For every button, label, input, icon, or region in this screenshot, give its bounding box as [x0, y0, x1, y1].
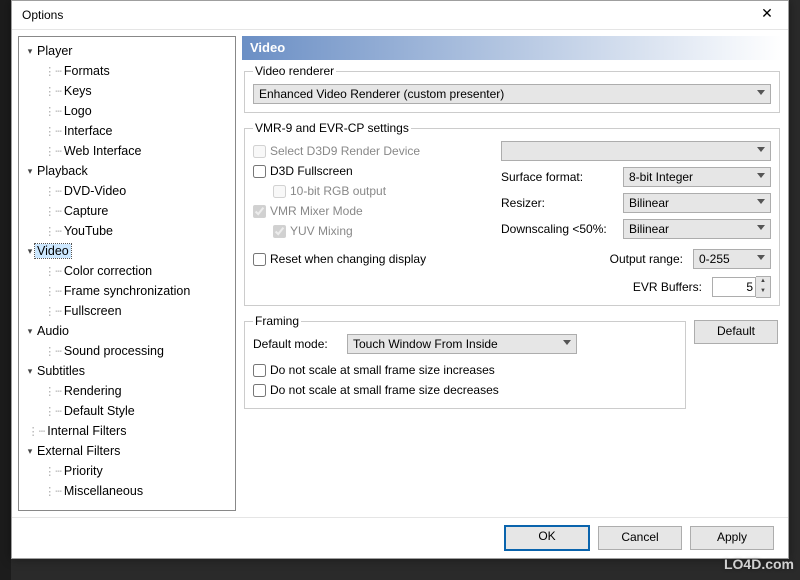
category-tree[interactable]: ▾ Player ⋮┄ Formats ⋮┄ Keys ⋮┄ Logo ⋮┄ I…: [18, 36, 236, 511]
downscaling-label: Downscaling <50%:: [501, 222, 619, 236]
tree-internal-filters[interactable]: ⋮┄ Internal Filters: [21, 421, 233, 441]
chevron-down-icon: ▾: [25, 366, 35, 377]
chevron-down-icon: ▾: [25, 446, 35, 457]
tree-external-filters[interactable]: ▾ External Filters: [21, 441, 233, 461]
panel-heading: Video: [242, 36, 782, 60]
tree-logo[interactable]: ⋮┄ Logo: [21, 101, 233, 121]
tree-video[interactable]: ▾ Video: [21, 241, 233, 261]
tree-rendering[interactable]: ⋮┄ Rendering: [21, 381, 233, 401]
output-range-label: Output range:: [610, 252, 689, 266]
close-icon: ✕: [761, 5, 773, 21]
default-mode-combo[interactable]: Touch Window From Inside: [347, 334, 577, 354]
ten-bit-rgb-checkbox: 10-bit RGB output: [273, 181, 493, 201]
close-button[interactable]: ✕: [746, 1, 788, 29]
tree-playback[interactable]: ▾ Playback: [21, 161, 233, 181]
chevron-down-icon: ▾: [25, 166, 35, 177]
chevron-down-icon: ▾: [25, 246, 35, 257]
default-mode-label: Default mode:: [253, 337, 343, 351]
dialog-body: ▾ Player ⋮┄ Formats ⋮┄ Keys ⋮┄ Logo ⋮┄ I…: [12, 30, 788, 517]
ok-button[interactable]: OK: [504, 525, 590, 551]
window-title: Options: [22, 8, 746, 22]
background-app: [0, 0, 11, 580]
select-d3d9-checkbox: Select D3D9 Render Device: [253, 141, 493, 161]
surface-format-combo[interactable]: 8-bit Integer: [623, 167, 771, 187]
tree-keys[interactable]: ⋮┄ Keys: [21, 81, 233, 101]
spinner-down-icon[interactable]: ▼: [756, 287, 770, 297]
tree-frame-sync[interactable]: ⋮┄ Frame synchronization: [21, 281, 233, 301]
chevron-down-icon: [757, 173, 765, 178]
video-renderer-group: Video renderer Enhanced Video Renderer (…: [244, 64, 780, 113]
d3d-fullscreen-checkbox[interactable]: D3D Fullscreen: [253, 161, 493, 181]
tree-formats[interactable]: ⋮┄ Formats: [21, 61, 233, 81]
vmr-mixer-checkbox: VMR Mixer Mode: [253, 201, 493, 221]
chevron-down-icon: [757, 255, 765, 260]
tree-miscellaneous[interactable]: ⋮┄ Miscellaneous: [21, 481, 233, 501]
chevron-down-icon: [757, 225, 765, 230]
tree-youtube[interactable]: ⋮┄ YouTube: [21, 221, 233, 241]
chevron-down-icon: [757, 90, 765, 95]
evr-buffers-input[interactable]: [712, 277, 756, 297]
tree-player[interactable]: ▾ Player: [21, 41, 233, 61]
output-range-combo[interactable]: 0-255: [693, 249, 771, 269]
resizer-combo[interactable]: Bilinear: [623, 193, 771, 213]
video-renderer-combo[interactable]: Enhanced Video Renderer (custom presente…: [253, 84, 771, 104]
spinner-up-icon[interactable]: ▲: [756, 277, 770, 287]
evr-buffers-label: EVR Buffers:: [633, 280, 708, 294]
no-scale-increase-checkbox[interactable]: Do not scale at small frame size increas…: [253, 360, 677, 380]
vmr-evr-group: VMR-9 and EVR-CP settings Select D3D9 Re…: [244, 121, 780, 306]
tree-dvd-video[interactable]: ⋮┄ DVD-Video: [21, 181, 233, 201]
tree-capture[interactable]: ⋮┄ Capture: [21, 201, 233, 221]
chevron-down-icon: [563, 340, 571, 345]
downscaling-combo[interactable]: Bilinear: [623, 219, 771, 239]
framing-group: Framing Default mode: Touch Window From …: [244, 314, 686, 409]
reset-display-checkbox[interactable]: Reset when changing display: [253, 249, 493, 269]
tree-priority[interactable]: ⋮┄ Priority: [21, 461, 233, 481]
video-renderer-legend: Video renderer: [253, 64, 336, 78]
apply-button[interactable]: Apply: [690, 526, 774, 550]
tree-interface[interactable]: ⋮┄ Interface: [21, 121, 233, 141]
tree-audio[interactable]: ▾ Audio: [21, 321, 233, 341]
evr-buffers-spinner[interactable]: ▲ ▼: [712, 277, 771, 297]
tree-default-style[interactable]: ⋮┄ Default Style: [21, 401, 233, 421]
chevron-down-icon: [757, 147, 765, 152]
chevron-down-icon: ▾: [25, 326, 35, 337]
no-scale-decrease-checkbox[interactable]: Do not scale at small frame size decreas…: [253, 380, 677, 400]
chevron-down-icon: [757, 199, 765, 204]
vmr-evr-legend: VMR-9 and EVR-CP settings: [253, 121, 411, 135]
chevron-down-icon: ▾: [25, 46, 35, 57]
resizer-label: Resizer:: [501, 196, 619, 210]
watermark: LO4D.com: [724, 556, 794, 572]
options-window: Options ✕ ▾ Player ⋮┄ Formats ⋮┄ Keys ⋮┄…: [11, 0, 789, 559]
settings-panel: Video Video renderer Enhanced Video Rend…: [242, 36, 782, 511]
tree-sound-processing[interactable]: ⋮┄ Sound processing: [21, 341, 233, 361]
cancel-button[interactable]: Cancel: [598, 526, 682, 550]
default-button[interactable]: Default: [694, 320, 778, 344]
yuv-mixing-checkbox: YUV Mixing: [273, 221, 493, 241]
title-bar: Options ✕: [12, 1, 788, 30]
tree-color-correction[interactable]: ⋮┄ Color correction: [21, 261, 233, 281]
tree-web-interface[interactable]: ⋮┄ Web Interface: [21, 141, 233, 161]
tree-fullscreen[interactable]: ⋮┄ Fullscreen: [21, 301, 233, 321]
dialog-button-bar: OK Cancel Apply: [12, 517, 788, 558]
framing-legend: Framing: [253, 314, 301, 328]
tree-subtitles[interactable]: ▾ Subtitles: [21, 361, 233, 381]
d3d9-device-combo: [501, 141, 771, 161]
surface-format-label: Surface format:: [501, 170, 619, 184]
